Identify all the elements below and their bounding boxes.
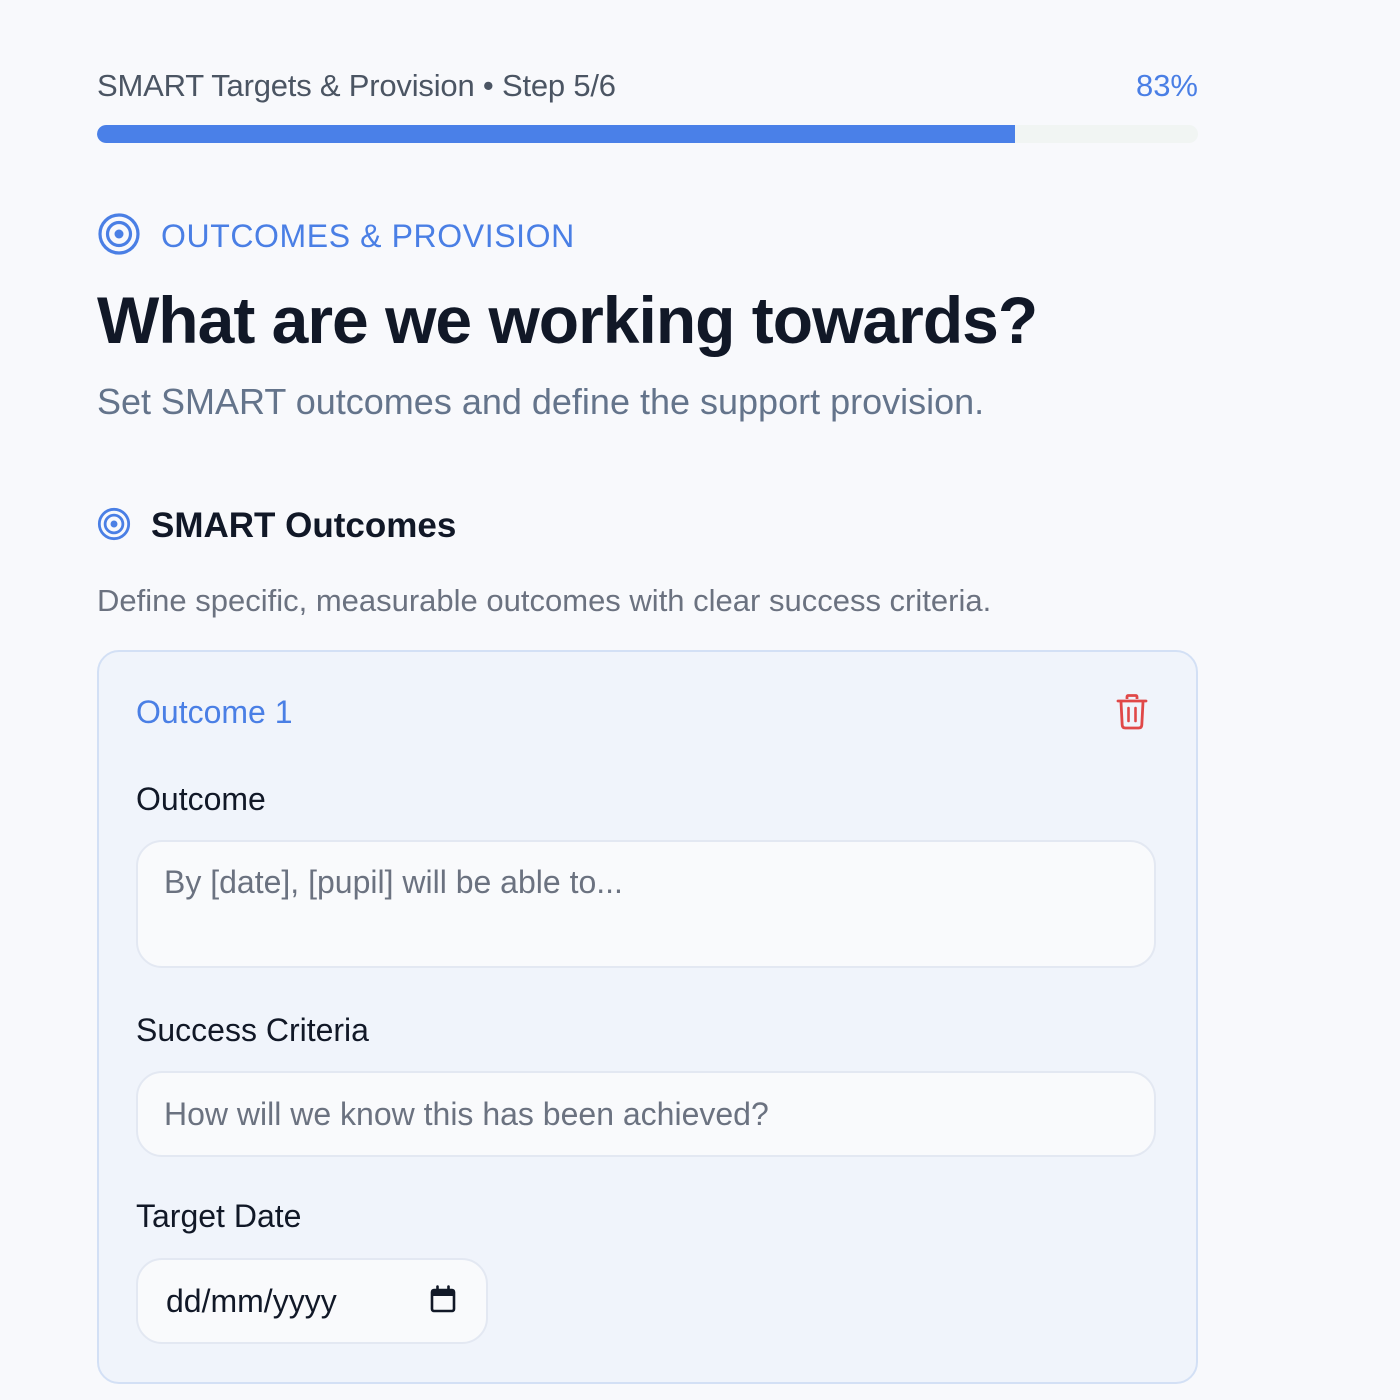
progress-bar-fill xyxy=(97,125,1016,143)
target-icon xyxy=(97,212,141,261)
section-eyebrow: OUTCOMES & PROVISION xyxy=(97,212,575,261)
success-criteria-input[interactable] xyxy=(136,1071,1156,1157)
page-subtitle: Set SMART outcomes and define the suppor… xyxy=(97,381,985,422)
calendar-icon xyxy=(430,1284,456,1318)
outcome-label: Outcome xyxy=(136,781,266,817)
section-title: SMART Outcomes xyxy=(151,506,457,545)
target-date-label: Target Date xyxy=(136,1198,302,1234)
trash-icon xyxy=(1116,693,1148,735)
page-title: What are we working towards? xyxy=(97,283,1038,357)
delete-outcome-button[interactable] xyxy=(1112,693,1152,735)
target-icon xyxy=(97,507,131,546)
progress-header: SMART Targets & Provision • Step 5/6 83% xyxy=(97,66,1198,106)
section-description: Define specific, measurable outcomes wit… xyxy=(97,583,992,618)
target-date-placeholder: dd/mm/yyyy xyxy=(166,1282,337,1319)
outcome-card: Outcome 1 Outcome Success Criteria Targe… xyxy=(97,650,1198,1384)
section-header: SMART Outcomes xyxy=(97,504,456,548)
calendar-picker-button[interactable] xyxy=(428,1284,458,1318)
outcome-card-title: Outcome 1 xyxy=(136,694,293,730)
progress-step-label: SMART Targets & Provision • Step 5/6 xyxy=(97,68,616,103)
eyebrow-label: OUTCOMES & PROVISION xyxy=(161,218,575,254)
outcome-textarea[interactable] xyxy=(136,840,1156,968)
target-date-input[interactable]: dd/mm/yyyy xyxy=(136,1258,488,1344)
success-criteria-label: Success Criteria xyxy=(136,1012,369,1048)
progress-bar xyxy=(97,125,1198,143)
progress-percent: 83% xyxy=(1135,68,1198,103)
